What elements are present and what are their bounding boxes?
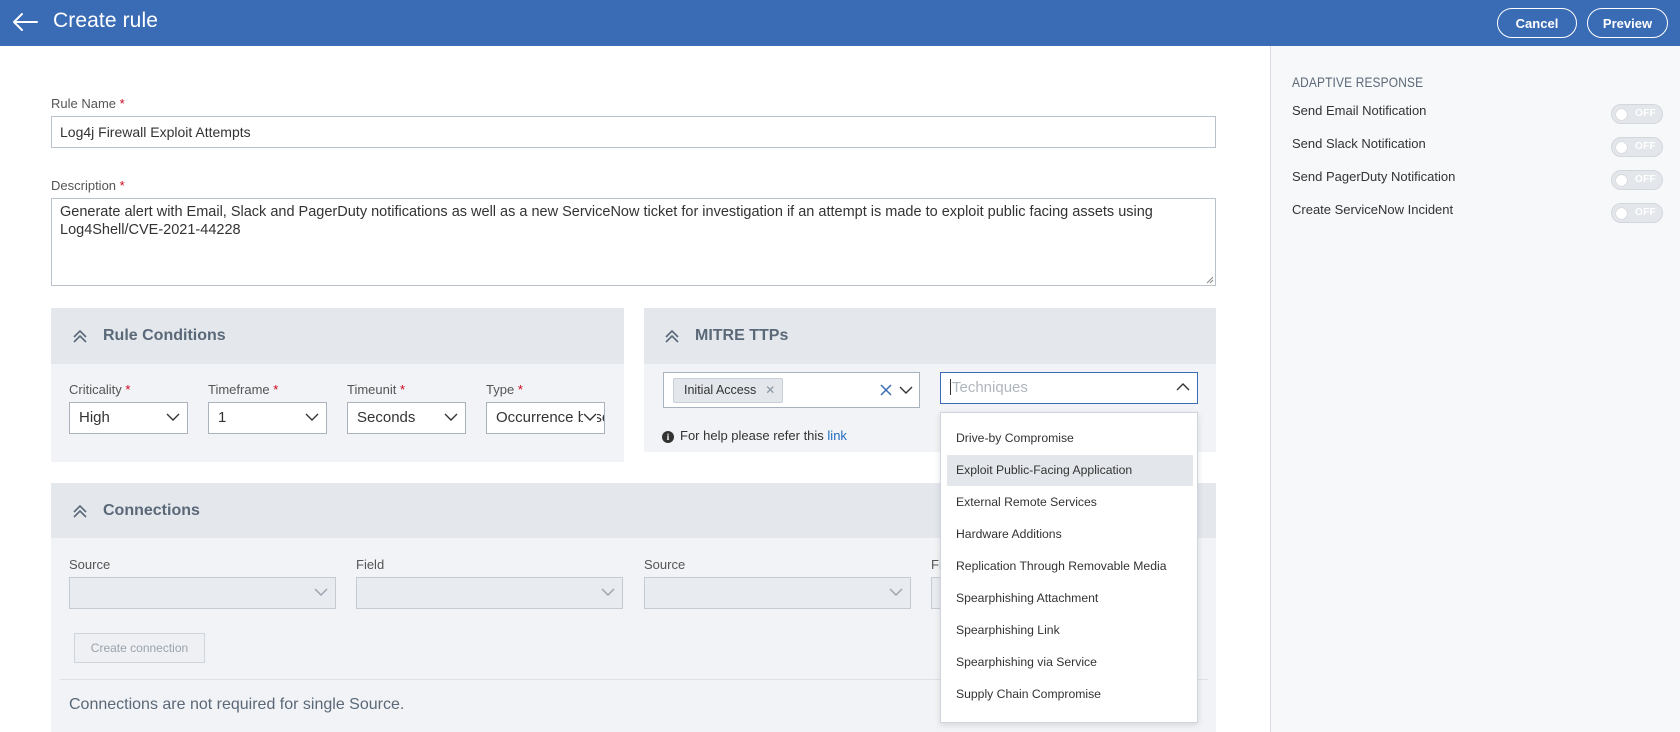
criticality-select[interactable]: High <box>69 402 188 434</box>
technique-option[interactable]: Hardware Additions <box>947 519 1193 550</box>
chevron-down-icon <box>601 588 615 596</box>
technique-option[interactable]: Drive-by Compromise <box>947 423 1193 454</box>
rule-name-input[interactable]: Log4j Firewall Exploit Attempts <box>51 116 1216 148</box>
techniques-dropdown: Drive-by Compromise Exploit Public-Facin… <box>940 412 1198 723</box>
mitre-ttps-header[interactable]: MITRE TTPs <box>644 308 1216 364</box>
top-bar: Create rule Cancel Preview <box>0 0 1680 46</box>
field-select[interactable] <box>356 577 623 609</box>
clear-icon[interactable] <box>878 382 894 398</box>
toggle-knob <box>1616 208 1627 219</box>
timeframe-value: 1 <box>218 409 227 426</box>
technique-option[interactable]: Replication Through Removable Media <box>947 551 1193 582</box>
help-link[interactable]: link <box>827 428 847 443</box>
adaptive-response-title: ADAPTIVE RESPONSE <box>1292 74 1424 90</box>
technique-option[interactable]: Spearphishing Attachment <box>947 583 1193 614</box>
servicenow-incident-label: Create ServiceNow Incident <box>1292 202 1454 217</box>
chevron-up-icon[interactable] <box>72 328 88 344</box>
chevron-down-icon <box>166 412 180 422</box>
chevron-up-icon[interactable] <box>1176 382 1190 392</box>
timeunit-label: Timeunit * <box>347 382 406 397</box>
toggle-knob <box>1616 175 1627 186</box>
page-title: Create rule <box>53 9 158 32</box>
chevron-up-icon[interactable] <box>664 328 680 344</box>
toggle-state: OFF <box>1635 141 1656 152</box>
toggle-state: OFF <box>1635 108 1656 119</box>
timeframe-select[interactable]: 1 <box>208 402 327 434</box>
techniques-input[interactable]: Techniques <box>940 372 1198 404</box>
technique-option[interactable]: External Remote Services <box>947 487 1193 518</box>
adaptive-response-panel: ADAPTIVE RESPONSE Send Email Notificatio… <box>1270 46 1680 732</box>
type-select[interactable]: Occurrence based <box>486 402 605 434</box>
connections-title: Connections <box>103 502 200 519</box>
tactic-chip: Initial Access ✕ <box>673 378 784 403</box>
info-icon: i <box>662 431 674 443</box>
pagerduty-notification-label: Send PagerDuty Notification <box>1292 169 1456 184</box>
slack-notification-toggle[interactable]: OFF <box>1611 137 1663 157</box>
text-cursor <box>950 379 951 395</box>
chevron-down-icon <box>889 588 903 596</box>
resize-handle-icon[interactable] <box>1206 276 1214 284</box>
cancel-button[interactable]: Cancel <box>1497 8 1577 38</box>
source-label-2: Source <box>644 557 686 572</box>
timeunit-select[interactable]: Seconds <box>347 402 466 434</box>
remove-chip-icon[interactable]: ✕ <box>765 379 775 402</box>
rule-conditions-header[interactable]: Rule Conditions <box>51 308 624 364</box>
toggle-knob <box>1616 142 1627 153</box>
chevron-up-icon[interactable] <box>72 503 88 519</box>
description-text: Generate alert with Email, Slack and Pag… <box>60 204 1153 238</box>
technique-option-highlighted[interactable]: Exploit Public-Facing Application <box>947 455 1193 486</box>
preview-button[interactable]: Preview <box>1587 8 1668 38</box>
chevron-down-icon <box>444 412 458 422</box>
description-textarea[interactable]: Generate alert with Email, Slack and Pag… <box>51 198 1216 286</box>
description-label: Description * <box>51 178 125 193</box>
technique-option[interactable]: Spearphishing via Service <box>947 647 1193 678</box>
rule-name-label: Rule Name * <box>51 96 125 111</box>
toggle-state: OFF <box>1635 174 1656 185</box>
back-arrow-icon[interactable] <box>10 10 40 34</box>
timeframe-label: Timeframe * <box>208 382 279 397</box>
chevron-down-icon[interactable] <box>899 385 913 395</box>
technique-option[interactable]: Spearphishing Link <box>947 615 1193 646</box>
help-text: i For help please refer this link <box>662 428 847 443</box>
email-notification-label: Send Email Notification <box>1292 103 1427 118</box>
source-label: Source <box>69 557 111 572</box>
type-label: Type * <box>486 382 523 397</box>
field-label: Field <box>356 557 385 572</box>
source-select-2[interactable] <box>644 577 911 609</box>
email-notification-toggle[interactable]: OFF <box>1611 104 1663 124</box>
technique-option[interactable]: Supply Chain Compromise <box>947 679 1193 710</box>
rule-conditions-title: Rule Conditions <box>103 327 226 344</box>
tactic-chip-label: Initial Access <box>684 383 757 397</box>
criticality-value: High <box>79 409 110 426</box>
connections-note: Connections are not required for single … <box>69 696 405 713</box>
slack-notification-label: Send Slack Notification <box>1292 136 1426 151</box>
criticality-label: Criticality * <box>69 382 131 397</box>
chevron-down-icon <box>305 412 319 422</box>
pagerduty-notification-toggle[interactable]: OFF <box>1611 170 1663 190</box>
source-select[interactable] <box>69 577 336 609</box>
toggle-knob <box>1616 109 1627 120</box>
servicenow-incident-toggle[interactable]: OFF <box>1611 203 1663 223</box>
toggle-state: OFF <box>1635 207 1656 218</box>
chevron-down-icon <box>314 588 328 596</box>
mitre-ttps-title: MITRE TTPs <box>695 327 789 344</box>
tactic-multiselect[interactable]: Initial Access ✕ <box>663 372 920 408</box>
create-connection-button[interactable]: Create connection <box>74 633 205 663</box>
chevron-down-icon <box>583 412 597 422</box>
timeunit-value: Seconds <box>357 409 416 426</box>
